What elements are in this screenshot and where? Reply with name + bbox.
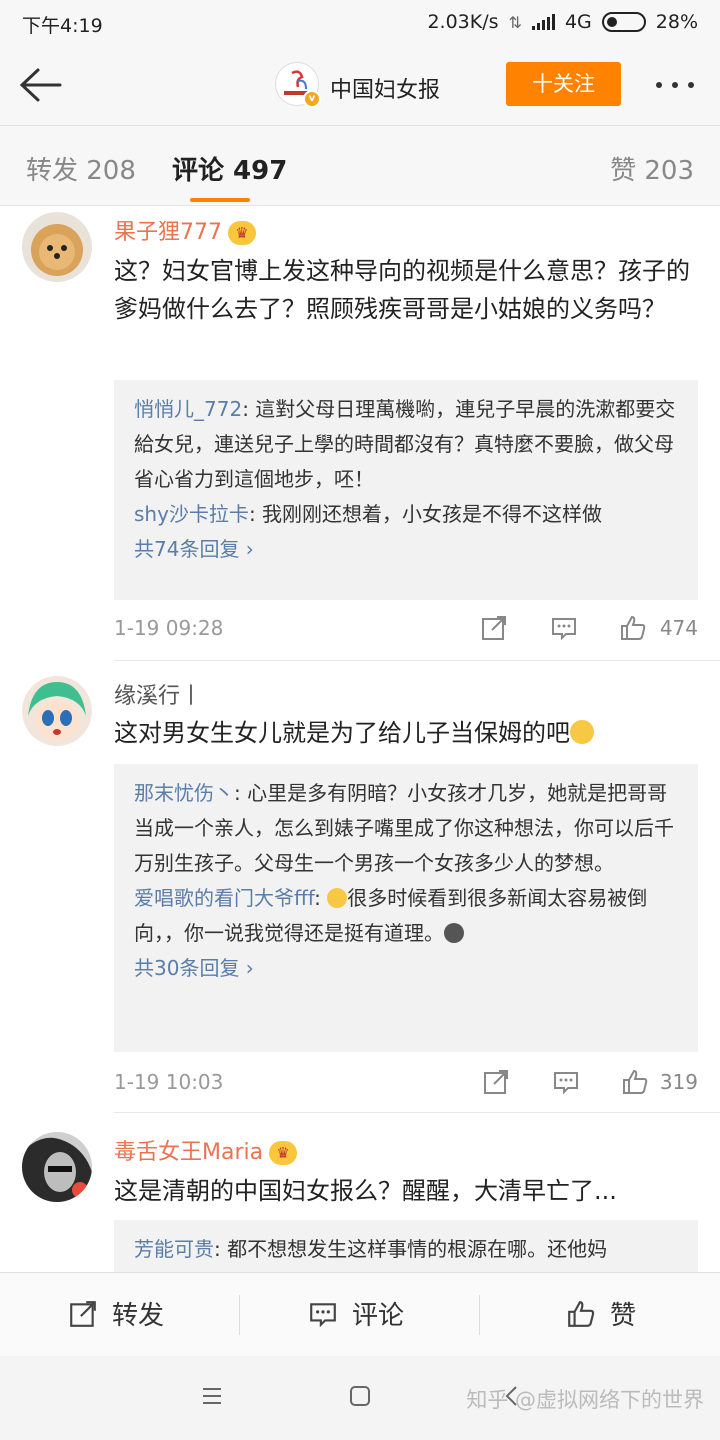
thumbs-up-icon (568, 1300, 595, 1327)
username-text: 果子狸777 (114, 220, 222, 245)
reply-box[interactable]: 悄悄儿_772: 這對父母日理萬機喲，連兒子早晨的洗漱都要交給女兒，連送兒子上學… (114, 380, 698, 600)
signal-icon (531, 14, 555, 30)
bottom-separator (479, 1295, 480, 1335)
back-arrow-icon[interactable] (16, 62, 66, 108)
reply-username[interactable]: 那末忧伤丶 (134, 781, 234, 805)
tab-strip: 转发 208 评论 497 赞 203 (0, 126, 720, 206)
comment-text: 这是清朝的中国妇女报么？醒醒，大清早亡了... (114, 1177, 617, 1205)
comment-time: 1-19 10:03 (114, 1070, 224, 1094)
reply-item: 悄悄儿_772: 這對父母日理萬機喲，連兒子早晨的洗漱都要交給女兒，連送兒子上學… (134, 397, 676, 491)
reply-username[interactable]: 爱唱歌的看门大爷fff (134, 886, 314, 910)
comment-item: 缘溪行丨 这对男女生女儿就是为了给儿子当保姆的吧 那末忧伤丶: 心里是多有阴暗？… (0, 662, 720, 1114)
comment-username[interactable]: 毒舌女王Maria ♛ (114, 1134, 298, 1166)
status-indicators: 2.03K/s ⇅ 4G 28% (427, 11, 698, 33)
more-replies-link[interactable]: 共74条回复 › (134, 532, 680, 567)
avatar[interactable] (22, 1132, 92, 1202)
comment-time: 1-19 09:28 (114, 616, 224, 640)
thumbs-up-icon[interactable] (621, 1068, 649, 1096)
bottom-like-label: 赞 (610, 1301, 637, 1331)
comment-text: 这对男女生女儿就是为了给儿子当保姆的吧 (114, 714, 714, 752)
account-name[interactable]: 中国妇女报 (330, 72, 440, 104)
comment-icon[interactable] (552, 1068, 580, 1096)
reply-box[interactable]: 那末忧伤丶: 心里是多有阴暗？小女孩才几岁，她就是把哥哥当成一个亲人，怎么到婊子… (114, 764, 698, 1052)
forward-icon[interactable] (480, 614, 508, 642)
comment-item: 毒舌女王Maria ♛ 这是清朝的中国妇女报么？醒醒，大清早亡了... 芳能可贵:… (0, 1114, 720, 1272)
reply-username[interactable]: shy沙卡拉卡 (134, 502, 249, 526)
reply-item: 芳能可贵: 都不想想发生这样事情的根源在哪。还他妈 (134, 1237, 608, 1261)
shocked-emoji-icon (444, 923, 464, 943)
comment-username[interactable]: 果子狸777 ♛ (114, 214, 256, 246)
avatar[interactable] (22, 212, 92, 282)
comment-divider (114, 1112, 720, 1113)
tab-active-indicator (190, 198, 250, 202)
header: v 中国妇女报 十关注 (0, 44, 720, 126)
reply-text: 都不想想发生这样事情的根源在哪。还他妈 (227, 1237, 608, 1261)
more-options-icon[interactable] (656, 82, 694, 88)
username-text: 毒舌女王Maria (114, 1140, 264, 1165)
follow-button[interactable]: 十关注 (506, 62, 621, 106)
network-speed: 2.03K/s (427, 11, 499, 33)
comment-icon[interactable] (550, 614, 578, 642)
reply-item: 爱唱歌的看门大爷fff: 很多时候看到很多新闻太容易被倒向，，你一说我觉得还是挺… (134, 886, 648, 945)
comment-text: 这？妇女官博上发这种导向的视频是什么意思？孩子的爹妈做什么去了？照顾残疾哥哥是小… (114, 257, 690, 323)
comment-item: 果子狸777 ♛ 这？妇女官博上发这种导向的视频是什么意思？孩子的爹妈做什么去了？… (0, 206, 720, 662)
avatar[interactable] (22, 676, 92, 746)
system-nav-bar: 知乎 @虚拟网络下的世界 (0, 1356, 720, 1440)
reply-username[interactable]: 芳能可贵 (134, 1237, 214, 1261)
like-count: 319 (659, 1070, 698, 1094)
status-time: 下午4:19 (22, 15, 103, 37)
home-icon[interactable] (348, 1384, 372, 1408)
comment-icon (310, 1302, 336, 1327)
reply-box[interactable]: 芳能可贵: 都不想想发生这样事情的根源在哪。还他妈 (114, 1220, 698, 1272)
reply-item: 那末忧伤丶: 心里是多有阴暗？小女孩才几岁，她就是把哥哥当成一个亲人，怎么到婊子… (134, 781, 674, 875)
data-transfer-icon: ⇅ (508, 12, 522, 32)
comment-text-body: 这对男女生女儿就是为了给儿子当保姆的吧 (114, 719, 570, 747)
more-replies-link[interactable]: 共30条回复 › (134, 951, 680, 986)
like-count: 474 (659, 616, 698, 640)
reply-text: 我刚刚还想着，小女孩是不得不这样做 (262, 502, 603, 526)
tab-comment[interactable]: 评论 497 (172, 150, 287, 187)
tab-forward[interactable]: 转发 208 (26, 150, 136, 187)
crown-icon: ♛ (269, 1141, 298, 1165)
bottom-comment-label: 评论 (352, 1301, 405, 1331)
reply-item: shy沙卡拉卡: 我刚刚还想着，小女孩是不得不这样做 (134, 502, 603, 526)
thumbs-up-icon[interactable] (619, 614, 647, 642)
crying-emoji-icon (570, 720, 594, 744)
status-bar: 下午4:19 2.03K/s ⇅ 4G 28% (0, 0, 720, 44)
watermark: 知乎 @虚拟网络下的世界 (466, 1388, 704, 1412)
reply-username[interactable]: 悄悄儿_772 (134, 397, 242, 421)
crown-icon: ♛ (228, 221, 256, 245)
menu-icon[interactable] (200, 1384, 224, 1408)
forward-icon (70, 1300, 96, 1327)
bottom-separator (239, 1295, 240, 1335)
bottom-forward-label: 转发 (112, 1301, 165, 1331)
bottom-like-button[interactable]: 赞 (566, 1295, 636, 1332)
comment-meta: 1-19 10:03 319 (114, 1068, 698, 1098)
comment-divider (114, 660, 720, 661)
battery-level: 28% (655, 11, 698, 33)
thinking-emoji-icon (327, 888, 348, 908)
bottom-comment-button[interactable]: 评论 (308, 1295, 404, 1332)
bottom-action-bar: 转发 评论 赞 (0, 1272, 720, 1356)
tab-like[interactable]: 赞 203 (610, 150, 694, 187)
comment-username[interactable]: 缘溪行丨 (114, 678, 202, 710)
forward-icon[interactable] (482, 1068, 510, 1096)
network-type: 4G (564, 11, 592, 33)
verified-badge-icon: v (303, 90, 321, 108)
bottom-forward-button[interactable]: 转发 (68, 1295, 164, 1332)
battery-icon (601, 12, 646, 32)
comment-meta: 1-19 09:28 474 (114, 614, 698, 644)
